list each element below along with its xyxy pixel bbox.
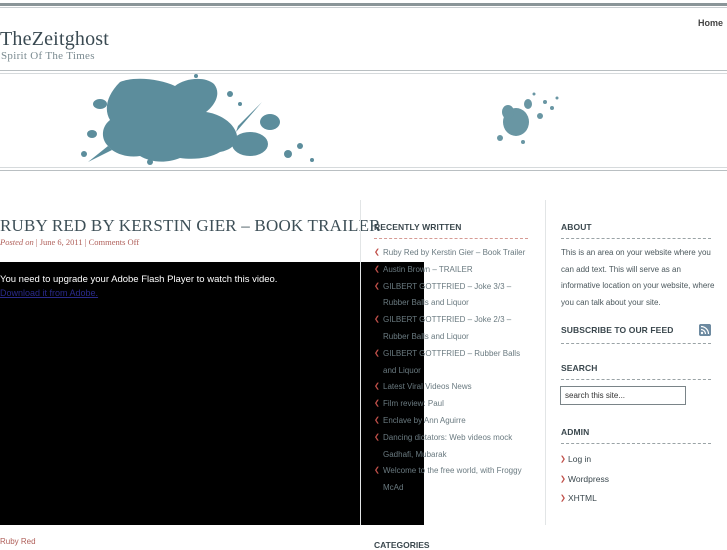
list-item[interactable]: ❮ Welcome to the free world, with Froggy … xyxy=(374,463,534,497)
list-item[interactable]: ❮ Ruby Red by Kerstin Gier – Book Trailer xyxy=(374,245,534,262)
arrow-left-icon: ❮ xyxy=(374,416,380,424)
admin-title: ADMIN xyxy=(561,427,590,437)
arrow-right-icon: ❯ xyxy=(560,475,566,483)
list-item[interactable]: ❮ Film review: Paul xyxy=(374,396,534,413)
subscribe-title[interactable]: SUBSCRIBE TO OUR FEED xyxy=(561,325,673,335)
admin-list: ❯ Log in ❯ Wordpress ❯ XHTML xyxy=(560,450,609,509)
nav-home-link[interactable]: Home xyxy=(698,18,723,28)
widget-divider xyxy=(561,443,711,444)
list-item[interactable]: ❮ Austin Brown – TRAILER xyxy=(374,262,534,279)
site-tagline: Spirit Of The Times xyxy=(1,50,95,62)
list-item[interactable]: ❮ GILBERT GOTTFRIED – Joke 2/3 – Rubber B… xyxy=(374,312,534,346)
widget-divider xyxy=(561,343,711,344)
arrow-left-icon: ❮ xyxy=(374,433,380,441)
widget-divider xyxy=(374,238,528,239)
rss-icon[interactable] xyxy=(699,324,711,336)
widget-divider xyxy=(561,238,711,239)
arrow-left-icon: ❮ xyxy=(374,265,380,273)
list-item[interactable]: ❮ GILBERT GOTTFRIED – Joke 3/3 – Rubber B… xyxy=(374,279,534,313)
banner-divider-thin xyxy=(0,167,727,168)
top-rule-thin xyxy=(0,7,727,8)
arrow-left-icon: ❮ xyxy=(374,400,380,408)
list-item[interactable]: ❮ GILBERT GOTTFRIED – Rubber Balls and Li… xyxy=(374,346,534,380)
post-title[interactable]: RUBY RED BY KERSTIN GIER – BOOK TRAILER xyxy=(0,216,381,236)
arrow-right-icon: ❯ xyxy=(560,456,566,463)
top-rule xyxy=(0,3,727,6)
search-title: SEARCH xyxy=(561,363,598,373)
header-divider xyxy=(0,70,727,71)
flash-download-link[interactable]: Download it from Adobe. xyxy=(0,288,98,298)
ink-splash-banner xyxy=(81,74,559,165)
list-item[interactable]: ❮ Enclave by Ann Aguirre xyxy=(374,413,534,430)
arrow-left-icon: ❮ xyxy=(374,316,380,324)
admin-item-wordpress[interactable]: ❯ Wordpress xyxy=(560,470,609,490)
post-comments-link[interactable]: Comments Off xyxy=(89,237,140,247)
list-item[interactable]: ❮ Latest Viral Videos News xyxy=(374,379,534,396)
arrow-left-icon: ❮ xyxy=(374,383,380,391)
about-text: This is an area on your website where yo… xyxy=(561,248,715,307)
widget-divider xyxy=(561,379,711,380)
recently-written-title: RECENTLY WRITTEN xyxy=(374,222,462,232)
arrow-left-icon: ❮ xyxy=(374,467,380,475)
post-date-link[interactable]: June 6, 2011 xyxy=(40,237,83,247)
flash-upgrade-message: You need to upgrade your Adobe Flash Pla… xyxy=(0,274,278,285)
about-title: ABOUT xyxy=(561,222,592,232)
column-separator xyxy=(360,200,361,525)
arrow-left-icon: ❮ xyxy=(374,282,380,290)
arrow-right-icon: ❯ xyxy=(560,495,566,503)
recently-written-list: ❮ Ruby Red by Kerstin Gier – Book Trailer… xyxy=(374,245,534,497)
banner-divider xyxy=(0,170,727,171)
admin-item-xhtml[interactable]: ❯ XHTML xyxy=(560,489,609,509)
post-meta-prefix: Posted on xyxy=(0,237,36,247)
arrow-left-icon: ❮ xyxy=(374,349,380,357)
search-input[interactable] xyxy=(560,386,686,405)
arrow-left-icon: ❮ xyxy=(374,249,380,256)
categories-title: CATEGORIES xyxy=(374,540,430,550)
column-separator xyxy=(545,200,546,525)
post-meta: Posted on | June 6, 2011 | Comments Off xyxy=(0,237,140,247)
list-item[interactable]: ❮ Dancing dictators: Web videos mock Gadh… xyxy=(374,430,534,464)
admin-item-log-in[interactable]: ❯ Log in xyxy=(560,450,609,470)
site-title[interactable]: TheZeitghost xyxy=(0,28,109,51)
